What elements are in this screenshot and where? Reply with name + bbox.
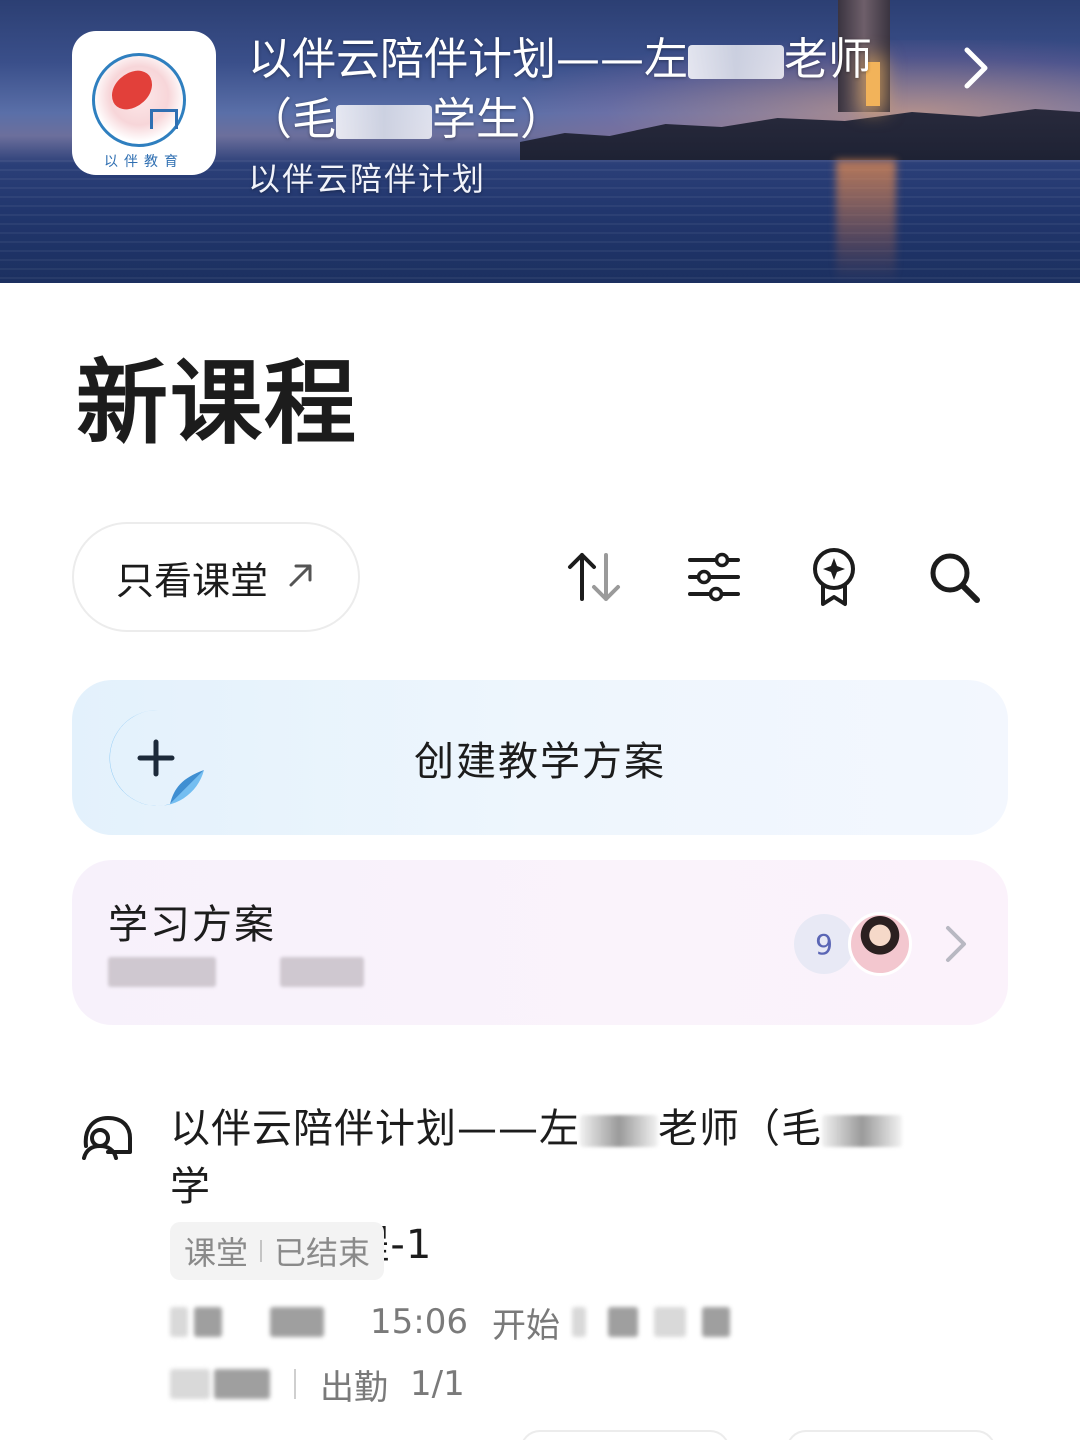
app-logo[interactable]: 以伴教育 — [72, 31, 216, 175]
course-start-time: 15:06 — [370, 1302, 468, 1342]
course-status-label: 已结束 — [274, 1234, 371, 1272]
action-button[interactable] — [786, 1430, 996, 1440]
redacted-text — [270, 1307, 324, 1337]
channel-title-part: 以伴云陪伴计划——左 — [248, 34, 688, 85]
course-list-item[interactable]: 以伴云陪伴计划——左老师（毛学 生）-新课程-1 课堂 已结束 15:06 开始… — [72, 1090, 1008, 1440]
course-title-part: 以伴云陪伴计划——左 — [170, 1106, 580, 1152]
learning-plan-title: 学习方案 — [108, 902, 276, 948]
course-title-part: 老师（毛 — [658, 1106, 822, 1152]
course-attendance-info: 出勤 1/1 — [170, 1362, 465, 1408]
filter-sliders-icon[interactable] — [682, 545, 746, 609]
channel-title[interactable]: 以伴云陪伴计划——左 老师 （毛 学生） — [248, 30, 948, 150]
search-icon[interactable] — [922, 545, 986, 609]
redacted-text — [170, 1369, 210, 1399]
redacted-text — [688, 45, 784, 79]
page-title: 新课程 — [76, 350, 359, 457]
redacted-text — [580, 1115, 658, 1147]
attendance-label: 出勤 — [320, 1367, 388, 1408]
header-banner[interactable]: 以伴教育 以伴云陪伴计划——左 老师 （毛 学生） 以伴云陪伴计划 — [0, 0, 1080, 283]
redacted-text — [222, 957, 274, 987]
redacted-text — [108, 957, 216, 987]
divider — [294, 1369, 296, 1399]
logo-caption: 以伴教育 — [104, 154, 184, 170]
course-start-label: 开始 — [491, 1305, 560, 1346]
learning-plan-card[interactable]: 学习方案 9 — [72, 860, 1008, 1025]
redacted-text — [280, 957, 364, 987]
divider — [260, 1240, 263, 1262]
chevron-right-icon[interactable] — [938, 920, 974, 968]
status-badge: 课堂 已结束 — [170, 1222, 385, 1280]
arrow-up-right-icon — [286, 560, 316, 594]
redacted-text — [822, 1115, 902, 1147]
create-teaching-plan-card[interactable]: 创建教学方案 — [72, 680, 1008, 835]
banner-reflection — [836, 160, 896, 283]
banner-water — [0, 160, 1080, 283]
course-start-info: 15:06 开始 — [170, 1300, 730, 1346]
redacted-text — [653, 1307, 686, 1337]
channel-title-part: （毛 — [248, 94, 336, 145]
channel-subtitle: 以伴云陪伴计划 — [248, 160, 487, 198]
redacted-text — [571, 1307, 586, 1337]
redacted-text — [194, 1307, 222, 1337]
action-button[interactable] — [520, 1430, 730, 1440]
filter-label: 只看课堂 — [115, 558, 268, 603]
only-classroom-filter-button[interactable]: 只看课堂 — [72, 522, 360, 632]
create-plan-label: 创建教学方案 — [414, 738, 666, 785]
redacted-text — [701, 1307, 730, 1337]
avatar — [848, 912, 912, 976]
redacted-text — [336, 105, 432, 139]
sort-icon[interactable] — [562, 545, 626, 609]
channel-title-part: 老师 — [784, 34, 872, 85]
course-title-part: 学 — [170, 1164, 211, 1210]
member-count-badge: 9 — [794, 914, 854, 974]
redacted-text — [170, 1307, 188, 1337]
redacted-text — [214, 1369, 270, 1399]
logo-gate — [150, 109, 178, 129]
learning-plan-subtitle — [108, 954, 364, 990]
redacted-text — [607, 1307, 638, 1337]
attendance-value: 1/1 — [410, 1364, 465, 1404]
course-type-label: 课堂 — [184, 1234, 249, 1272]
chevron-right-icon[interactable] — [956, 44, 996, 92]
award-badge-icon[interactable] — [802, 545, 866, 609]
classroom-icon — [78, 1106, 138, 1162]
channel-title-part: 学生） — [432, 94, 564, 145]
